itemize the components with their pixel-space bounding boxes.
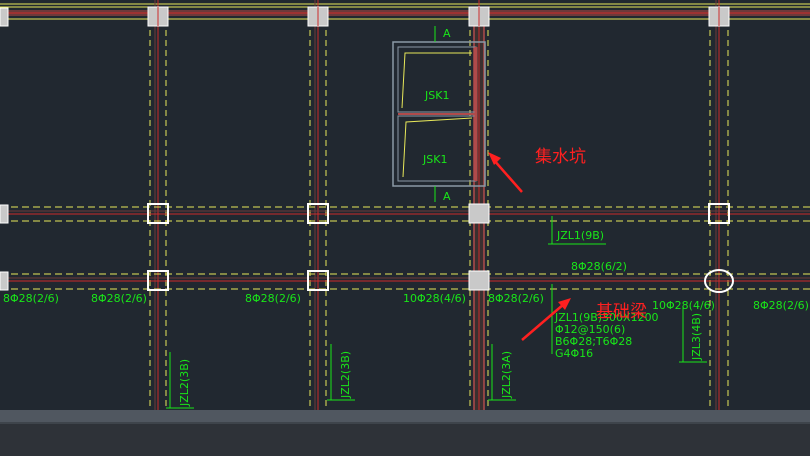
top-wall-band [0, 3, 810, 20]
vertical-tag-4: JZL3(4B) [679, 306, 707, 363]
rebar-label: 10Φ28(4/6) [403, 292, 466, 305]
rebar-label: 8Φ28(2/6) [753, 299, 809, 312]
sump-pit-label: 集水坑 [535, 147, 586, 167]
svg-text:JZL2(3A): JZL2(3A) [500, 351, 513, 399]
rebar-label: 8Φ28(2/6) [91, 292, 147, 305]
svg-text:JZL2(3B): JZL2(3B) [339, 351, 352, 399]
rebar-label: 8Φ28(2/6) [245, 292, 301, 305]
svg-text:JZL1(9B): JZL1(9B) [556, 229, 604, 242]
rebar-label-top: 8Φ28(6/2) [571, 260, 627, 273]
svg-text:JZL2(3B): JZL2(3B) [178, 359, 191, 407]
arrow-icon [492, 158, 523, 193]
svg-text:JZL3(4B): JZL3(4B) [690, 313, 703, 361]
vertical-tag-3: JZL2(3A) [488, 344, 516, 401]
status-bar [0, 410, 810, 456]
svg-text:G4Φ16: G4Φ16 [555, 347, 593, 360]
foundation-beam-label: 基础梁 [596, 302, 647, 322]
beam-note-block: JZL1(9B)300X1200 Φ12@150(6) B6Φ28;T6Φ28 … [551, 284, 659, 360]
tank-label-bottom: JSK1 [422, 153, 447, 166]
tank-label-top: JSK1 [424, 89, 449, 102]
rebar-label: 8Φ28(2/6) [488, 292, 544, 305]
beam-strip-lower [0, 273, 810, 290]
column-markers-top [0, 6, 730, 27]
cad-viewport[interactable]: A A JSK1 JSK1 JZL1(9B) 8Φ28(6/2) 8Φ28(2/… [0, 0, 810, 410]
beam-tag-jzl1: JZL1(9B) [548, 216, 606, 245]
vertical-tag-2: JZL2(3B) [327, 344, 355, 401]
rebar-labels-row: 8Φ28(2/6) 8Φ28(2/6) 8Φ28(2/6) 10Φ28(4/6)… [3, 292, 809, 312]
beam-strip-upper [0, 206, 810, 222]
status-bar-stripe [0, 410, 810, 422]
section-mark-top: A [443, 27, 451, 40]
cad-drawing[interactable]: A A JSK1 JSK1 JZL1(9B) 8Φ28(6/2) 8Φ28(2/… [0, 0, 810, 410]
vertical-tag-1: JZL2(3B) [166, 352, 194, 409]
sump-pit-annotation: 集水坑 [488, 147, 586, 193]
sump-pit[interactable]: A A JSK1 JSK1 [392, 26, 486, 203]
section-mark-bottom: A [443, 190, 451, 203]
status-bar-edge [0, 422, 810, 424]
rebar-label: 8Φ28(2/6) [3, 292, 59, 305]
